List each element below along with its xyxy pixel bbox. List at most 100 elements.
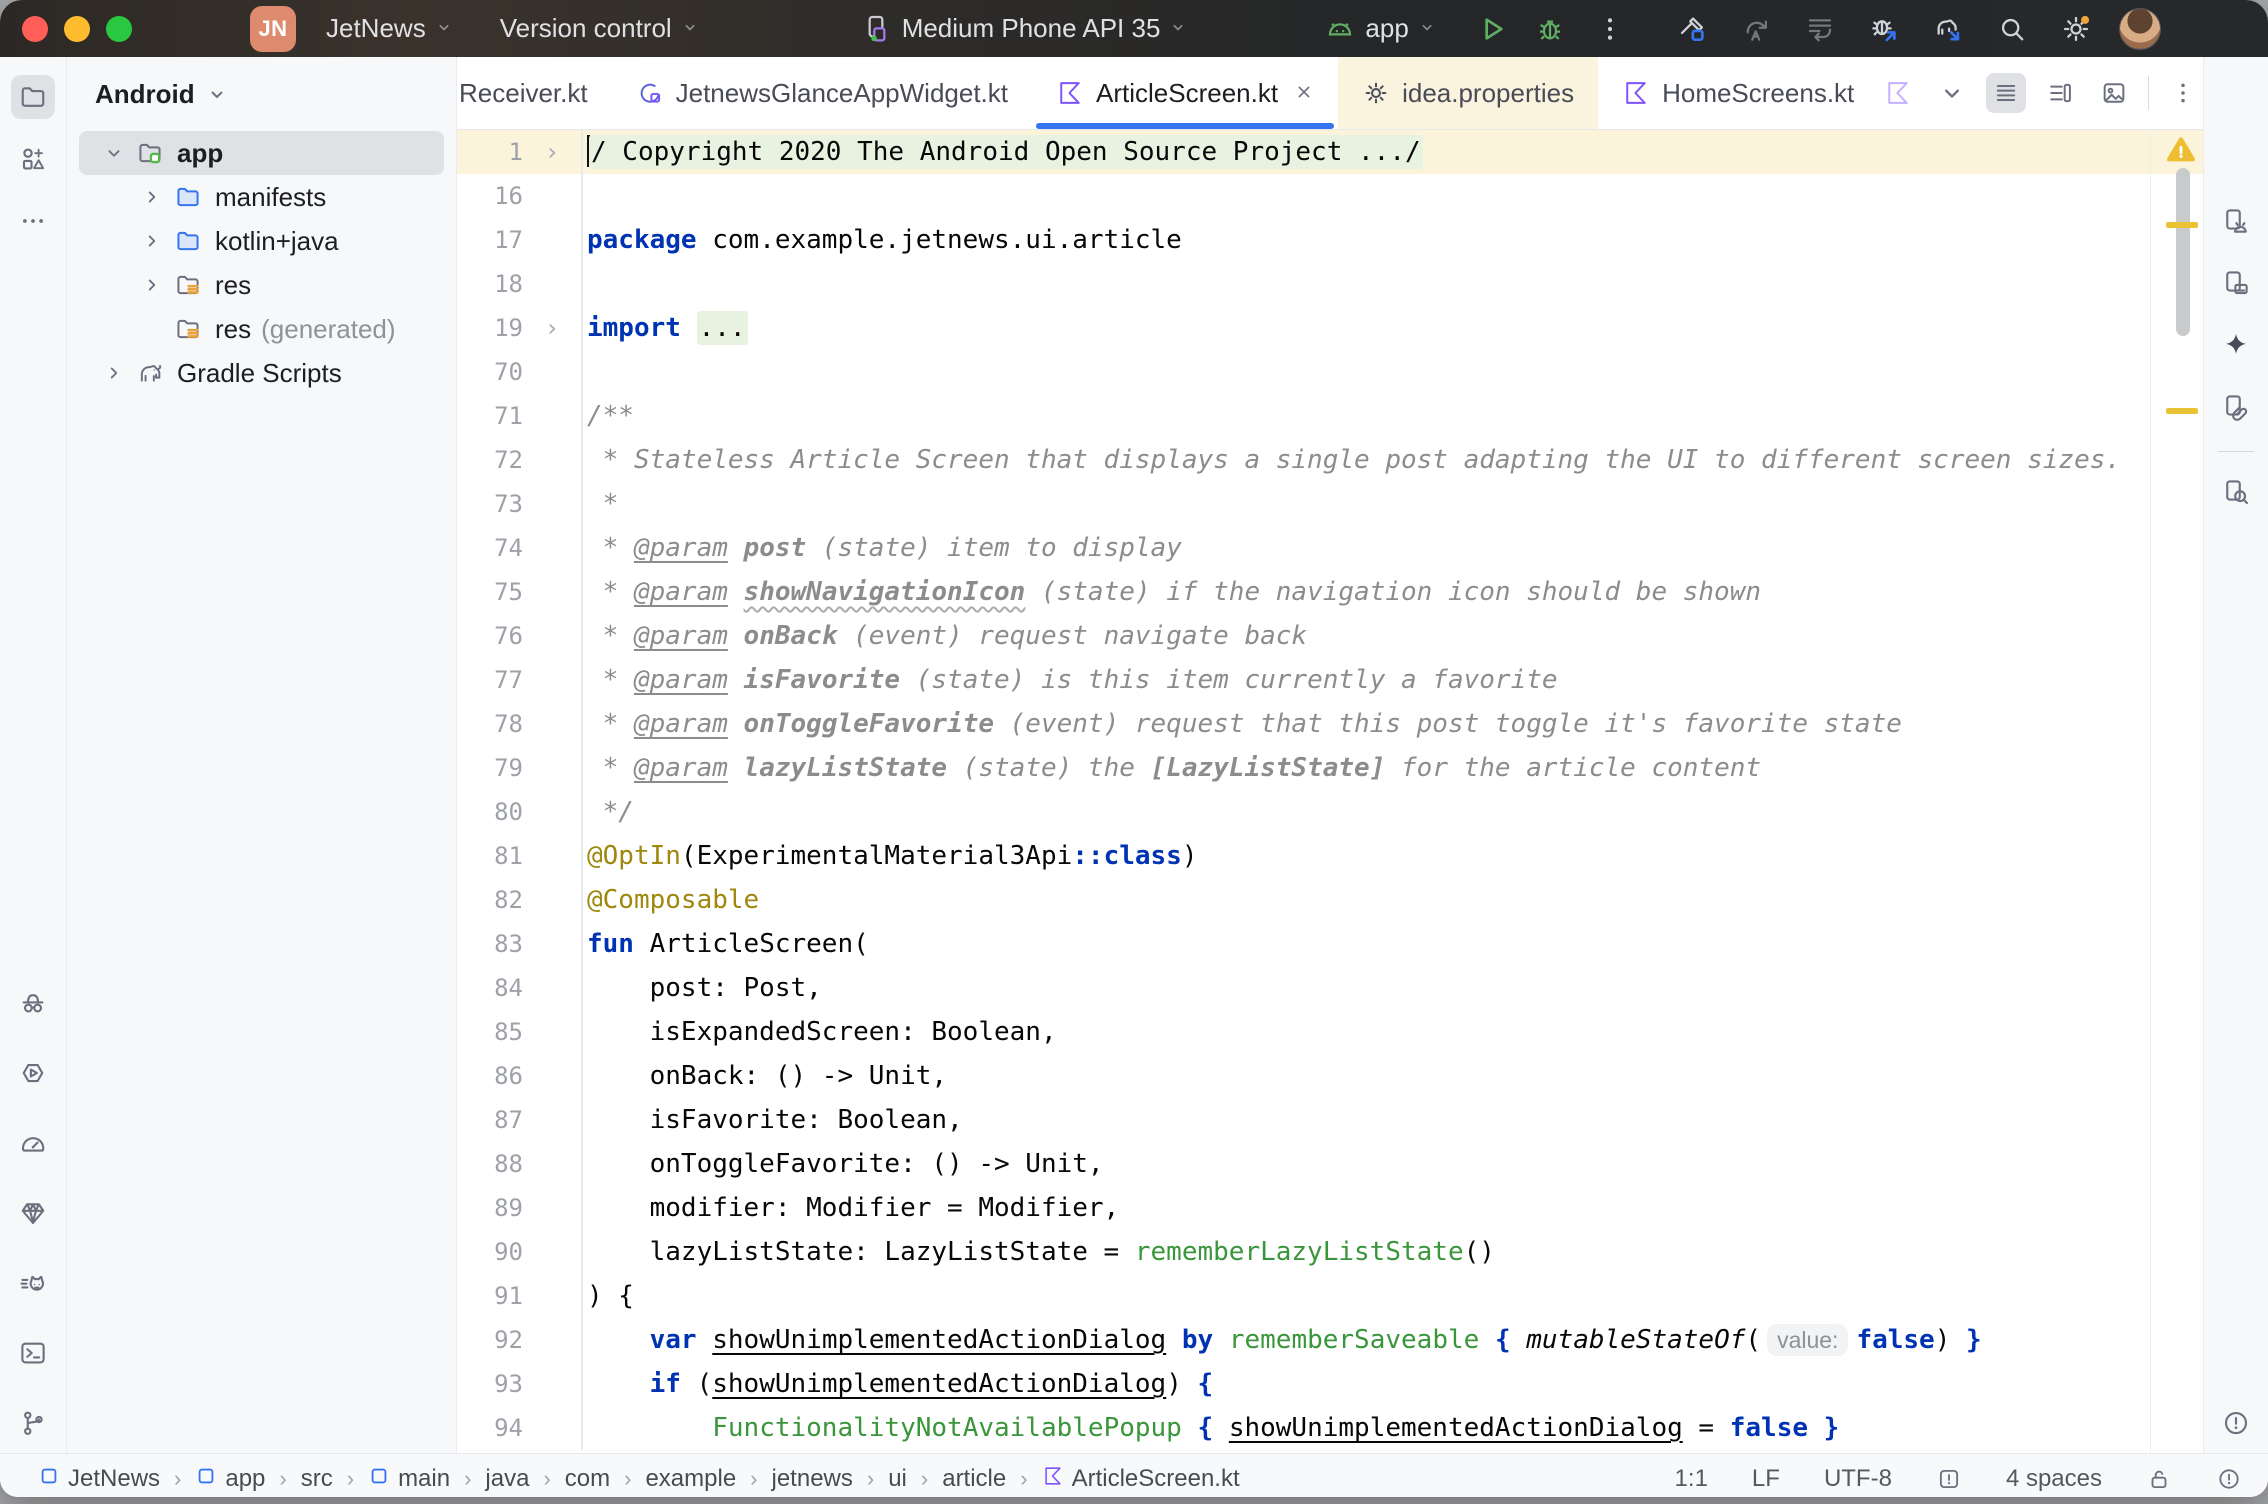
project-menu[interactable]: JetNews [316, 7, 464, 50]
breadcrumb-ui[interactable]: ui [888, 1465, 907, 1493]
code-text[interactable]: * Stateless Article Screen that displays… [581, 438, 2203, 482]
breadcrumb-jetnews[interactable]: JetNews [38, 1465, 160, 1494]
breadcrumb-main[interactable]: main [368, 1465, 450, 1494]
attach-debugger-icon[interactable] [1867, 12, 1901, 46]
code-text[interactable] [581, 262, 2203, 306]
code-text[interactable]: * @param isFavorite (state) is this item… [581, 658, 2203, 702]
highlight-level[interactable] [1936, 1466, 1962, 1492]
device-explorer-icon[interactable] [2214, 470, 2258, 514]
code-text[interactable]: package com.example.jetnews.ui.article [581, 218, 2203, 262]
inspection-widget[interactable] [2216, 1466, 2242, 1492]
version-control-icon[interactable] [11, 1401, 55, 1445]
breadcrumb-jetnews[interactable]: jetnews [772, 1465, 853, 1493]
warning-stripe-mark[interactable] [2166, 222, 2198, 228]
code-text[interactable]: * @param onToggleFavorite (event) reques… [581, 702, 2203, 746]
vcs-menu[interactable]: Version control [490, 7, 710, 50]
device-mirroring-icon[interactable] [2214, 385, 2258, 429]
breadcrumb-com[interactable]: com [565, 1465, 610, 1493]
code-text[interactable]: isFavorite: Boolean, [581, 1098, 2203, 1142]
line-separator[interactable]: LF [1752, 1465, 1780, 1493]
code-text[interactable]: import ... [581, 306, 2203, 350]
user-avatar[interactable] [2119, 8, 2161, 50]
hidden-tab-kotlin-icon[interactable] [1878, 73, 1918, 113]
run-button[interactable] [1475, 12, 1509, 46]
close-icon[interactable] [1294, 78, 1314, 109]
tab-idea-properties[interactable]: idea.properties [1338, 57, 1598, 129]
warning-stripe-mark[interactable] [2166, 408, 2198, 414]
minimize-window-button[interactable] [64, 16, 90, 42]
tree-item-manifests[interactable]: manifests [79, 175, 444, 219]
gemini-star-icon[interactable] [2214, 323, 2258, 367]
tab-homescreens-kt[interactable]: HomeScreens.kt [1598, 57, 1878, 129]
zoom-window-button[interactable] [106, 16, 132, 42]
project-folder-icon[interactable] [11, 75, 55, 119]
device-manager-icon[interactable] [2214, 199, 2258, 243]
code-text[interactable]: onToggleFavorite: () -> Unit, [581, 1142, 2203, 1186]
code-text[interactable]: post: Post, [581, 966, 2203, 1010]
fold-marker-icon[interactable]: › [523, 306, 581, 350]
tab-articlescreen-kt[interactable]: ArticleScreen.kt [1032, 57, 1338, 129]
tree-item-res[interactable]: res(generated) [79, 307, 444, 351]
code-text[interactable]: isExpandedScreen: Boolean, [581, 1010, 2203, 1054]
caret-position[interactable]: 1:1 [1675, 1465, 1708, 1493]
tree-item-app[interactable]: app [79, 131, 444, 175]
logcat-icon[interactable] [11, 1261, 55, 1305]
code-text[interactable]: / Copyright 2020 The Android Open Source… [581, 130, 2203, 174]
running-devices-icon[interactable] [2214, 261, 2258, 305]
services-icon[interactable] [11, 1051, 55, 1095]
apply-changes-icon[interactable] [1739, 12, 1773, 46]
code-text[interactable]: * @param post (state) item to display [581, 526, 2203, 570]
device-selector[interactable]: Medium Phone API 35 [850, 6, 1199, 52]
code-text[interactable]: * [581, 482, 2203, 526]
code-text[interactable]: * @param showNavigationIcon (state) if t… [581, 570, 2203, 614]
breadcrumb-articlescreen-kt[interactable]: ArticleScreen.kt [1042, 1465, 1240, 1494]
file-encoding[interactable]: UTF-8 [1824, 1465, 1892, 1493]
preview-image-icon[interactable] [2094, 73, 2134, 113]
code-text[interactable]: */ [581, 790, 2203, 834]
run-configuration-selector[interactable]: app [1313, 6, 1446, 52]
code-text[interactable]: * @param lazyListState (state) the [Lazy… [581, 746, 2203, 790]
debug-button[interactable] [1533, 12, 1567, 46]
tree-item-gradle-scripts[interactable]: Gradle Scripts [79, 351, 444, 395]
scrollbar-thumb[interactable] [2176, 168, 2190, 336]
more-vertical-icon[interactable] [1593, 12, 1627, 46]
project-view-selector[interactable]: Android [67, 57, 456, 131]
code-text[interactable]: fun ArticleScreen( [581, 922, 2203, 966]
split-view-icon[interactable] [2040, 73, 2080, 113]
indent-style[interactable]: 4 spaces [2006, 1465, 2102, 1493]
code-text[interactable] [581, 350, 2203, 394]
breadcrumb-example[interactable]: example [645, 1465, 736, 1493]
tree-item-res[interactable]: res [79, 263, 444, 307]
code-text[interactable]: /** [581, 394, 2203, 438]
code-text[interactable]: FunctionalityNotAvailablePopup { showUni… [581, 1406, 2203, 1450]
code-text[interactable]: @Composable [581, 878, 2203, 922]
code-text[interactable]: if (showUnimplementedActionDialog) { [581, 1362, 2203, 1406]
tab-receiver-kt[interactable]: Receiver.kt [457, 57, 612, 129]
search-everywhere-icon[interactable] [1995, 12, 2029, 46]
breadcrumb-src[interactable]: src [301, 1465, 333, 1493]
terminal-icon[interactable] [11, 1331, 55, 1375]
code-text[interactable]: modifier: Modifier = Modifier, [581, 1186, 2203, 1230]
problems-icon[interactable] [2214, 1401, 2258, 1445]
code-text[interactable] [581, 174, 2203, 218]
app-quality-insights-icon[interactable] [11, 981, 55, 1025]
gradle-sync-icon[interactable] [1931, 12, 1965, 46]
gradle-icon[interactable] [2214, 137, 2258, 181]
breadcrumb-article[interactable]: article [942, 1465, 1006, 1493]
warning-triangle-icon[interactable] [2165, 134, 2197, 166]
more-vertical-icon[interactable] [2163, 73, 2203, 113]
notifications-bell-icon[interactable] [2214, 75, 2258, 119]
profiler-icon[interactable] [11, 1121, 55, 1165]
close-window-button[interactable] [22, 16, 48, 42]
resource-manager-icon[interactable] [11, 137, 55, 181]
tab-jetnewsglanceappwidget-kt[interactable]: JetnewsGlanceAppWidget.kt [612, 57, 1032, 129]
apply-code-changes-icon[interactable] [1803, 12, 1837, 46]
code-editor[interactable]: 1›/ Copyright 2020 The Android Open Sour… [457, 130, 2203, 1453]
code-text[interactable]: var showUnimplementedActionDialog by rem… [581, 1318, 2203, 1362]
chevron-right-icon[interactable] [133, 274, 171, 296]
chevron-right-icon[interactable] [133, 230, 171, 252]
build-hammer-icon[interactable] [1675, 12, 1709, 46]
tree-item-kotlin-java[interactable]: kotlin+java [79, 219, 444, 263]
code-text[interactable]: lazyListState: LazyListState = rememberL… [581, 1230, 2203, 1274]
more-horizontal-icon[interactable] [11, 199, 55, 243]
